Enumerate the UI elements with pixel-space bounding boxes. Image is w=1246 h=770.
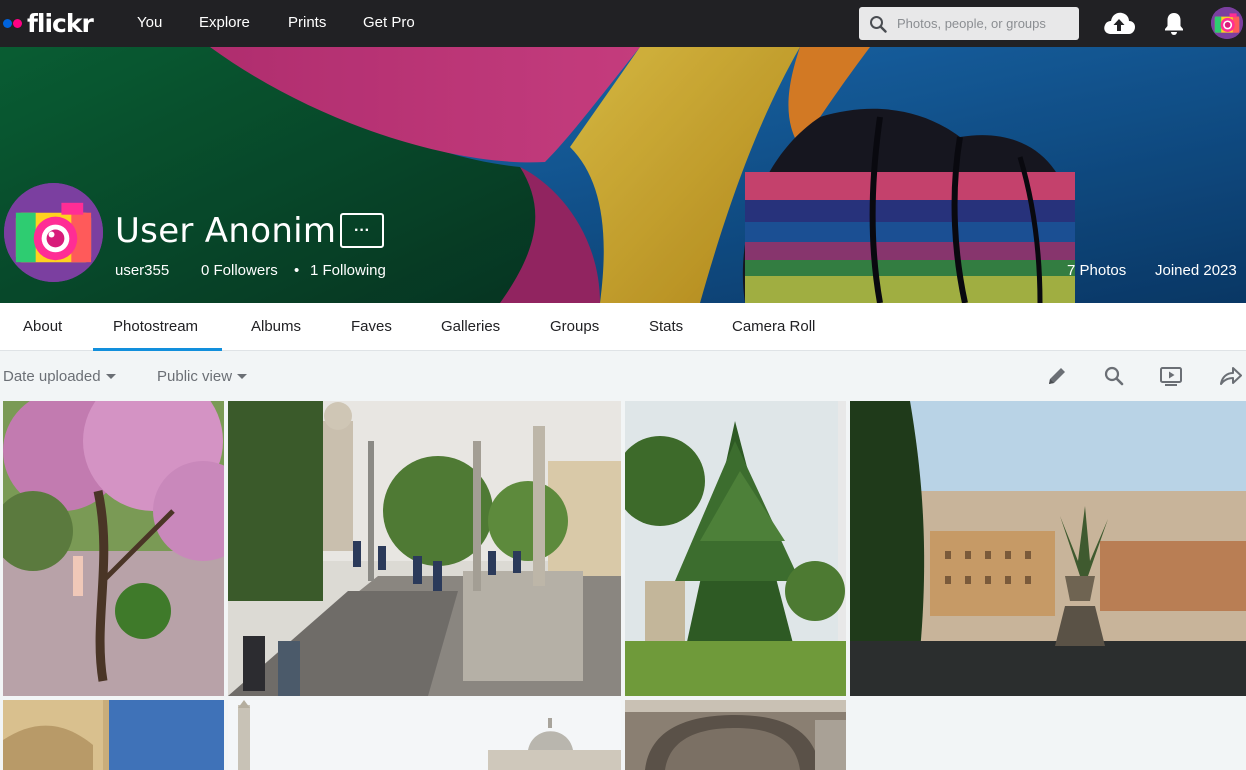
user-avatar-nav[interactable]: [1211, 7, 1243, 39]
cloud-upload-icon[interactable]: [1102, 10, 1136, 36]
joined-date: Joined 2023: [1155, 262, 1237, 279]
photo-tile-6[interactable]: [228, 700, 621, 770]
tab-galleries[interactable]: Galleries: [441, 318, 500, 335]
slideshow-icon[interactable]: [1159, 365, 1183, 387]
tab-faves[interactable]: Faves: [351, 318, 392, 335]
bell-icon[interactable]: [1162, 11, 1186, 36]
top-navigation-bar: flickr You Explore Prints Get Pro: [0, 0, 1246, 47]
nav-link-prints[interactable]: Prints: [288, 14, 326, 31]
photo-tile-1[interactable]: [3, 401, 224, 696]
photo-terrace-with-tourists: [228, 401, 621, 696]
search-icon: [870, 16, 887, 33]
search-box[interactable]: [859, 7, 1079, 40]
share-arrow-icon[interactable]: [1219, 365, 1243, 387]
photo-tile-7[interactable]: [625, 700, 846, 770]
nav-link-explore[interactable]: Explore: [199, 14, 250, 31]
tab-stats[interactable]: Stats: [649, 318, 683, 335]
photo-stone-arch-interior: [625, 700, 846, 770]
profile-username: user355: [115, 262, 170, 279]
meta-separator: •: [294, 262, 300, 279]
tab-albums[interactable]: Albums: [251, 318, 301, 335]
profile-name: User Anonim: [115, 211, 337, 251]
more-options-button[interactable]: ···: [340, 213, 384, 248]
cover-image-hot-air-balloons: [0, 47, 1246, 303]
photo-tile-4[interactable]: [850, 401, 1246, 696]
nav-link-you[interactable]: You: [137, 14, 162, 31]
profile-avatar[interactable]: [4, 183, 103, 282]
tab-photostream[interactable]: Photostream: [113, 318, 198, 335]
magnifier-icon[interactable]: [1103, 365, 1125, 387]
followers-link[interactable]: 0 Followers: [201, 262, 278, 279]
profile-tabs: About Photostream Albums Faves Galleries…: [0, 303, 1246, 351]
logo-wordmark: flickr: [27, 8, 94, 38]
tab-about[interactable]: About: [23, 318, 62, 335]
photo-tile-3[interactable]: [625, 401, 846, 696]
view-dropdown-label: Public view: [157, 368, 233, 385]
following-link[interactable]: 1 Following: [310, 262, 386, 279]
photo-cedar-tree-garden: [625, 401, 846, 696]
chevron-down-icon: [237, 374, 248, 379]
tab-groups[interactable]: Groups: [550, 318, 599, 335]
view-dropdown[interactable]: Public view: [157, 368, 248, 385]
chevron-down-icon: [105, 374, 116, 379]
camera-avatar-icon: [4, 183, 103, 282]
tab-camera-roll[interactable]: Camera Roll: [732, 318, 815, 335]
photo-pink-blossom-tree: [3, 401, 224, 696]
photo-building-blue-sky: [3, 700, 224, 770]
pencil-icon[interactable]: [1046, 365, 1068, 387]
sort-dropdown-label: Date uploaded: [3, 368, 101, 385]
camera-avatar-icon: [1211, 7, 1243, 39]
search-input[interactable]: [897, 7, 1075, 40]
logo-blue-dot: [3, 18, 12, 28]
cover-photo: User Anonim ··· user355 0 Followers • 1 …: [0, 47, 1246, 303]
photo-tile-2[interactable]: [228, 401, 621, 696]
photo-tile-5[interactable]: [3, 700, 224, 770]
nav-link-get-pro[interactable]: Get Pro: [363, 14, 415, 31]
photo-st-peters-dome: [228, 700, 621, 770]
photostream-toolbar: Date uploaded Public view: [0, 351, 1246, 401]
logo-pink-dot: [13, 18, 22, 28]
photo-count: 7 Photos: [1067, 262, 1127, 279]
sort-dropdown[interactable]: Date uploaded: [3, 368, 116, 385]
photo-rome-rooftops-view: [850, 401, 1246, 696]
flickr-logo[interactable]: flickr: [3, 8, 94, 38]
